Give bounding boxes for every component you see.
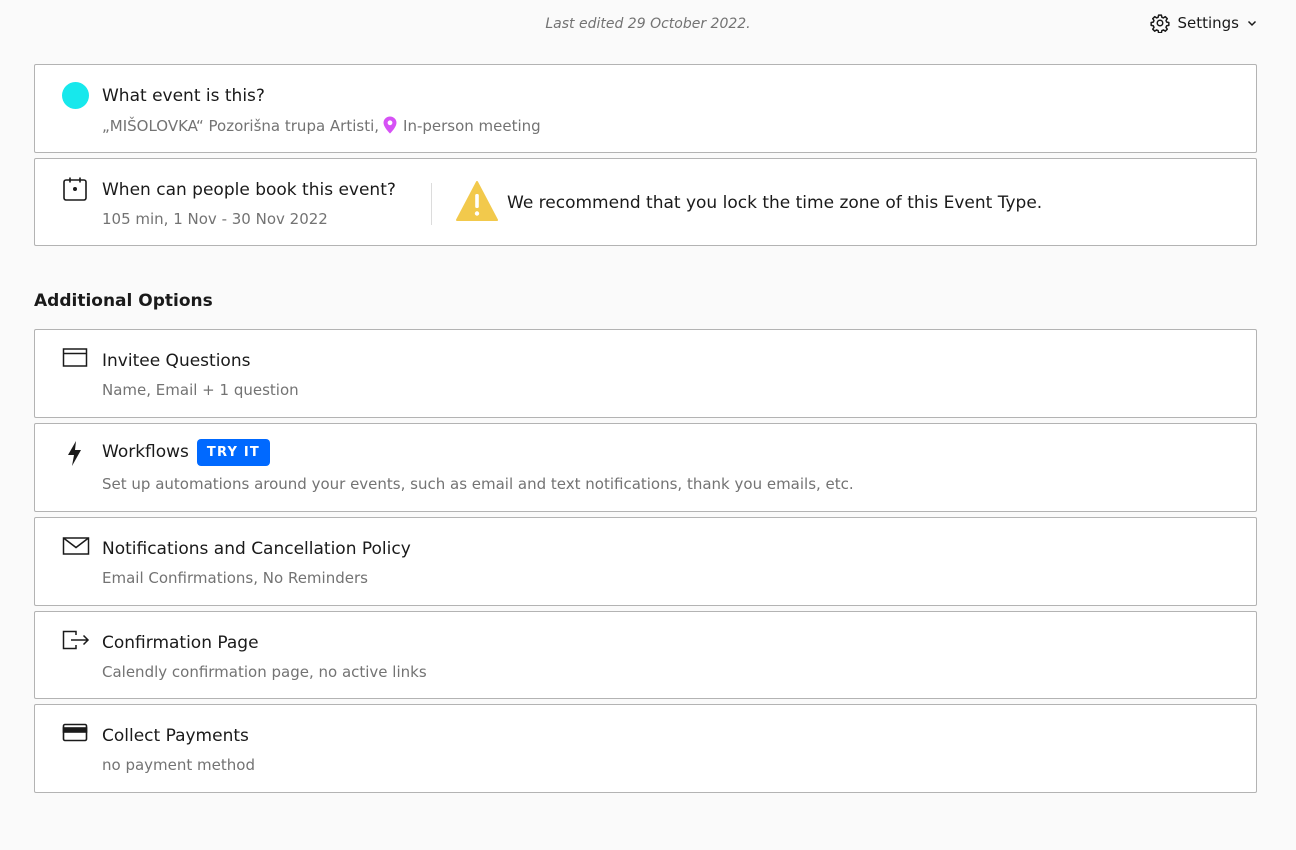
form-icon [62,347,90,375]
workflows-subtitle: Set up automations around your events, s… [102,475,854,493]
chevron-down-icon [1247,20,1257,27]
invitee-questions-title: Invitee Questions [102,351,251,371]
additional-options-heading: Additional Options [34,291,213,311]
event-details-card[interactable]: What event is this? „MIŠOLOVKA“ Pozorišn… [34,64,1257,153]
settings-label: Settings [1177,14,1239,32]
lightning-icon [62,441,90,469]
confirmation-page-subtitle: Calendly confirmation page, no active li… [102,663,427,681]
settings-dropdown[interactable]: Settings [1150,13,1258,33]
workflows-title-row: Workflows TRY IT [102,439,270,466]
workflows-card[interactable]: Workflows TRY IT Set up automations aroun… [34,423,1257,512]
availability-card-subtitle: 105 min, 1 Nov - 30 Nov 2022 [102,210,328,228]
workflows-title: Workflows [102,442,189,462]
notifications-title: Notifications and Cancellation Policy [102,539,411,559]
last-edited-text: Last edited 29 October 2022. [545,16,751,32]
availability-card-title: When can people book this event? [102,180,396,200]
event-color-dot [62,82,89,109]
top-bar: Last edited 29 October 2022. Settings [0,0,1296,50]
notifications-subtitle: Email Confirmations, No Reminders [102,569,368,587]
collect-payments-card[interactable]: Collect Payments no payment method [34,704,1257,793]
confirmation-page-title: Confirmation Page [102,633,259,653]
event-name: „MIŠOLOVKA“ Pozorišna trupa Artisti, [102,117,380,135]
invitee-questions-subtitle: Name, Email + 1 question [102,381,299,399]
event-color-icon [62,82,90,110]
try-it-badge[interactable]: TRY IT [196,439,270,466]
confirmation-page-card[interactable]: Confirmation Page Calendly confirmation … [34,611,1257,699]
collect-payments-subtitle: no payment method [102,756,255,774]
event-card-subtitle: „MIŠOLOVKA“ Pozorišna trupa Artisti, In-… [102,116,541,135]
gear-icon [1150,14,1171,33]
warning-icon [456,181,498,221]
event-location: In-person meeting [403,117,541,135]
credit-card-icon [62,722,90,750]
collect-payments-title: Collect Payments [102,726,249,746]
location-pin-icon [383,116,397,134]
invitee-questions-card[interactable]: Invitee Questions Name, Email + 1 questi… [34,329,1257,418]
redirect-icon [62,629,90,657]
card-divider [431,183,432,225]
calendar-icon [62,176,90,204]
event-card-title: What event is this? [102,86,265,106]
envelope-icon [62,535,90,563]
availability-card[interactable]: When can people book this event? 105 min… [34,158,1257,246]
timezone-warning-text: We recommend that you lock the time zone… [507,193,1043,213]
notifications-card[interactable]: Notifications and Cancellation Policy Em… [34,517,1257,606]
